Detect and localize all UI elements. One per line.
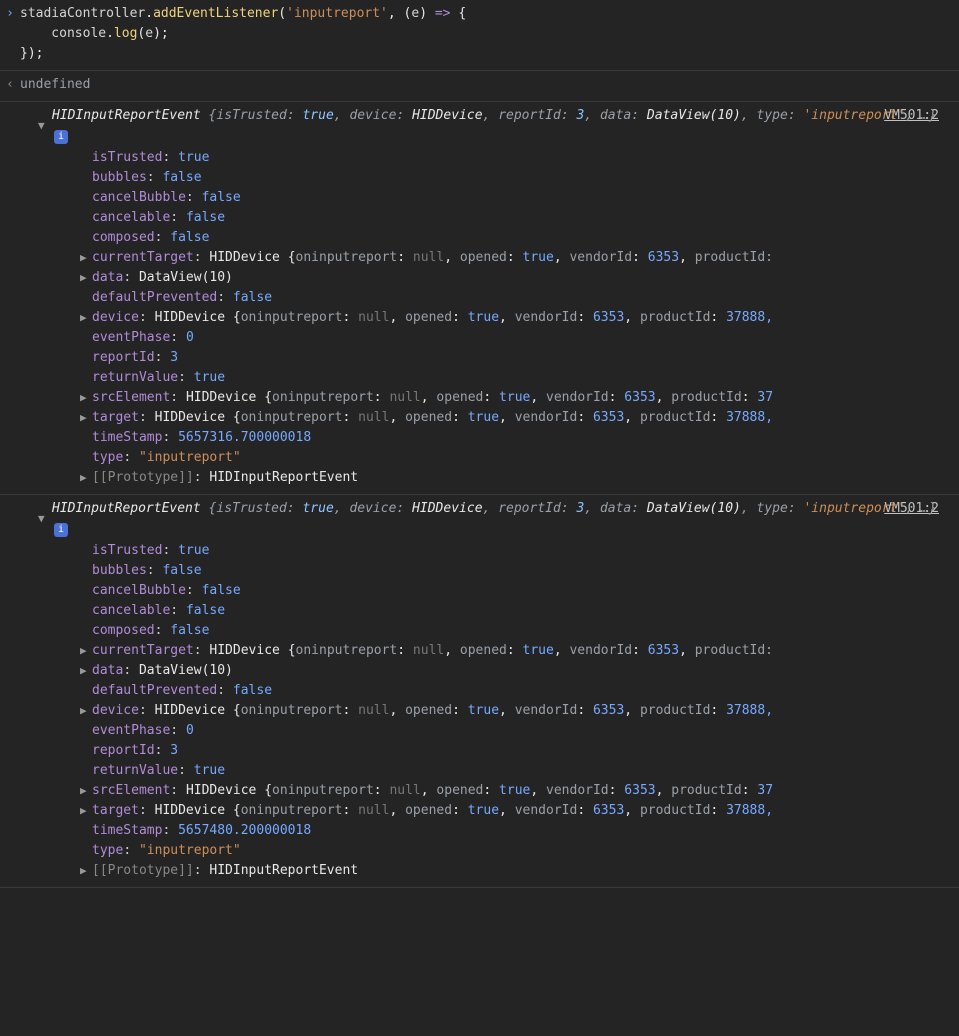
object-property-row[interactable]: timeStamp: 5657316.700000018 [66, 428, 959, 448]
expand-property-icon[interactable] [80, 468, 90, 488]
object-property-row[interactable]: [[Prototype]]: HIDInputReportEvent [66, 861, 959, 881]
object-property-row[interactable]: defaultPrevented: false [66, 681, 959, 701]
object-properties: isTrusted: truebubbles: falsecancelBubbl… [38, 541, 959, 881]
expand-property-icon[interactable] [80, 641, 90, 661]
expand-property-icon[interactable] [80, 248, 90, 268]
object-summary-header[interactable]: ▼HIDInputReportEvent {isTrusted: true, d… [38, 499, 959, 539]
object-property-row[interactable]: device: HIDDevice {oninputreport: null, … [66, 308, 959, 328]
console-log-row: VM501:2▼HIDInputReportEvent {isTrusted: … [0, 102, 959, 495]
object-property-row[interactable]: returnValue: true [66, 761, 959, 781]
expand-property-icon[interactable] [80, 388, 90, 408]
expand-property-icon[interactable] [80, 701, 90, 721]
object-property-row[interactable]: type: "inputreport" [66, 841, 959, 861]
expand-property-icon[interactable] [80, 308, 90, 328]
expand-toggle-icon[interactable]: ▼ [38, 509, 45, 529]
object-property-row[interactable]: target: HIDDevice {oninputreport: null, … [66, 408, 959, 428]
expand-property-icon[interactable] [80, 801, 90, 821]
object-property-row[interactable]: eventPhase: 0 [66, 721, 959, 741]
expand-toggle-icon[interactable]: ▼ [38, 116, 45, 136]
object-property-row[interactable]: data: DataView(10) [66, 661, 959, 681]
object-property-row[interactable]: bubbles: false [66, 561, 959, 581]
object-property-row[interactable]: currentTarget: HIDDevice {oninputreport:… [66, 248, 959, 268]
result-icon: ‹ [0, 75, 20, 95]
expand-property-icon[interactable] [80, 861, 90, 881]
expand-property-icon[interactable] [80, 268, 90, 288]
console-result-value: undefined [20, 75, 90, 95]
object-property-row[interactable]: target: HIDDevice {oninputreport: null, … [66, 801, 959, 821]
object-property-row[interactable]: defaultPrevented: false [66, 288, 959, 308]
object-property-row[interactable]: reportId: 3 [66, 741, 959, 761]
object-property-row[interactable]: timeStamp: 5657480.200000018 [66, 821, 959, 841]
object-property-row[interactable]: composed: false [66, 621, 959, 641]
object-property-row[interactable]: cancelable: false [66, 601, 959, 621]
object-property-row[interactable]: cancelable: false [66, 208, 959, 228]
expand-property-icon[interactable] [80, 408, 90, 428]
expand-property-icon[interactable] [80, 781, 90, 801]
object-property-row[interactable]: bubbles: false [66, 168, 959, 188]
object-property-row[interactable]: isTrusted: true [66, 541, 959, 561]
info-badge-icon[interactable]: i [54, 130, 68, 144]
object-property-row[interactable]: data: DataView(10) [66, 268, 959, 288]
object-property-row[interactable]: reportId: 3 [66, 348, 959, 368]
object-property-row[interactable]: cancelBubble: false [66, 581, 959, 601]
object-property-row[interactable]: currentTarget: HIDDevice {oninputreport:… [66, 641, 959, 661]
object-property-row[interactable]: cancelBubble: false [66, 188, 959, 208]
expand-property-icon[interactable] [80, 661, 90, 681]
console-log-row: VM501:2▼HIDInputReportEvent {isTrusted: … [0, 495, 959, 888]
object-property-row[interactable]: device: HIDDevice {oninputreport: null, … [66, 701, 959, 721]
object-property-row[interactable]: type: "inputreport" [66, 448, 959, 468]
object-property-row[interactable]: isTrusted: true [66, 148, 959, 168]
object-property-row[interactable]: srcElement: HIDDevice {oninputreport: nu… [66, 781, 959, 801]
object-property-row[interactable]: composed: false [66, 228, 959, 248]
console-input-code[interactable]: stadiaController.addEventListener('input… [20, 4, 466, 64]
prompt-icon: › [0, 4, 20, 24]
object-property-row[interactable]: returnValue: true [66, 368, 959, 388]
object-property-row[interactable]: srcElement: HIDDevice {oninputreport: nu… [66, 388, 959, 408]
object-property-row[interactable]: eventPhase: 0 [66, 328, 959, 348]
console-result-row: ‹undefined [0, 71, 959, 102]
object-properties: isTrusted: truebubbles: falsecancelBubbl… [38, 148, 959, 488]
console-input-row: ›stadiaController.addEventListener('inpu… [0, 0, 959, 71]
object-summary-header[interactable]: ▼HIDInputReportEvent {isTrusted: true, d… [38, 106, 959, 146]
object-property-row[interactable]: [[Prototype]]: HIDInputReportEvent [66, 468, 959, 488]
info-badge-icon[interactable]: i [54, 523, 68, 537]
console-log-entries: VM501:2▼HIDInputReportEvent {isTrusted: … [0, 102, 959, 888]
